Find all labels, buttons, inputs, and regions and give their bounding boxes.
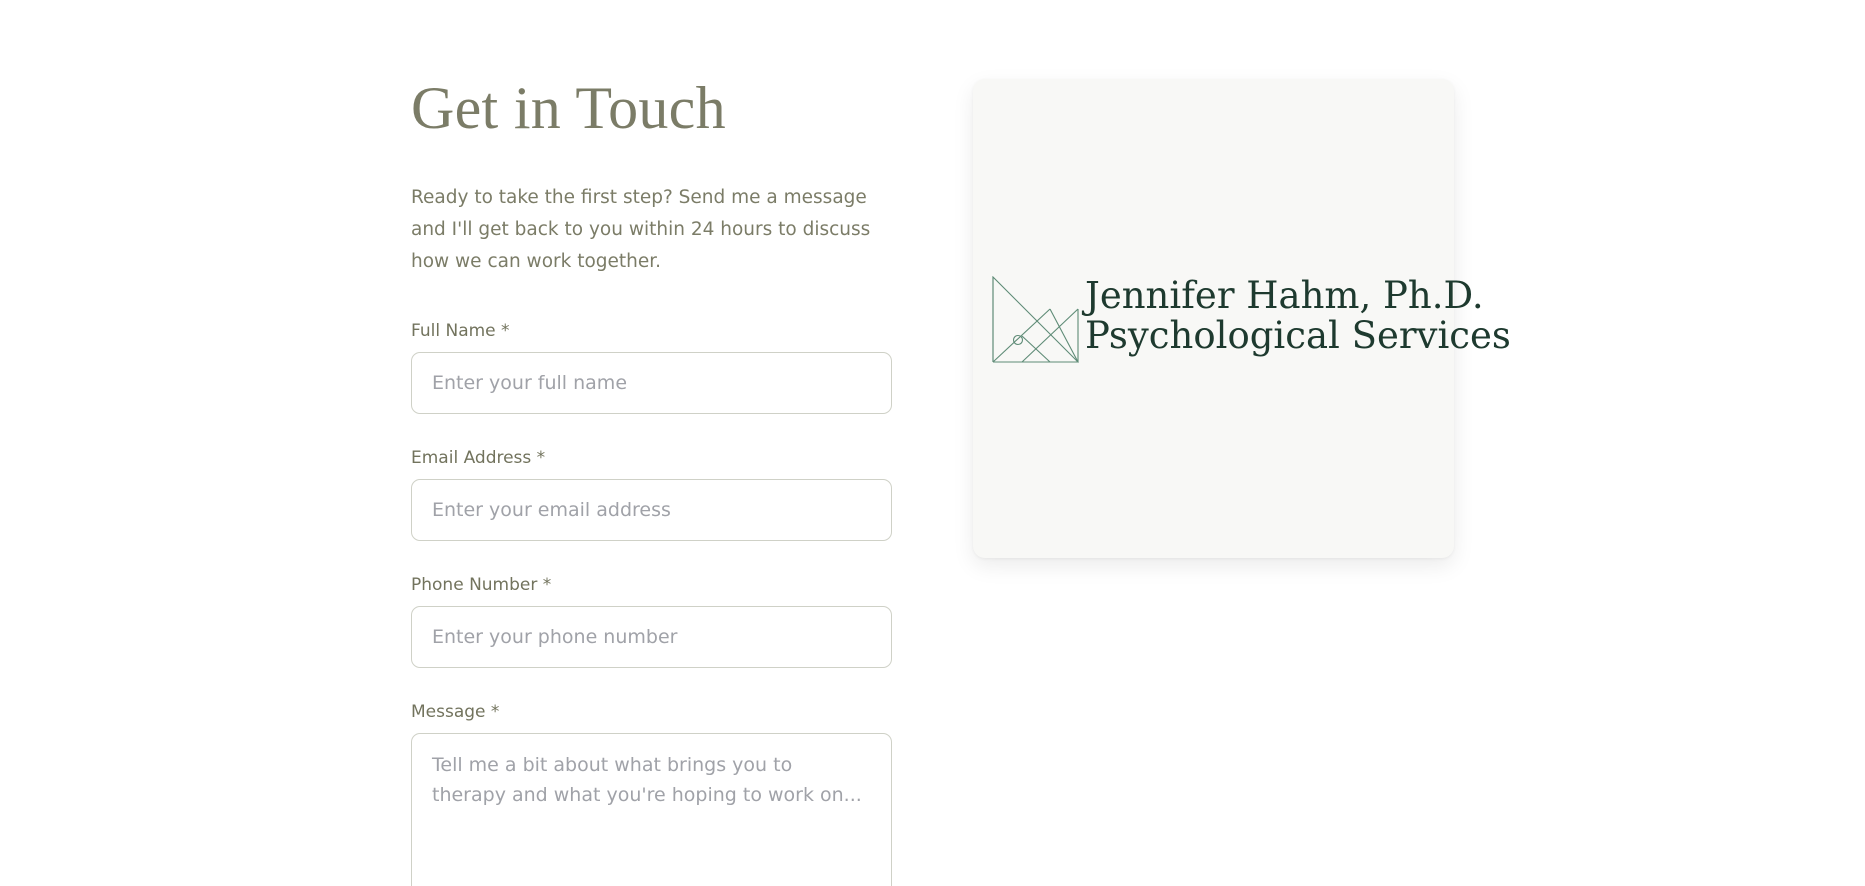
full-name-input[interactable] — [411, 352, 892, 414]
phone-label: Phone Number * — [411, 575, 552, 595]
logo-wordmark: Jennifer Hahm, Ph.D. Psychological Servi… — [1085, 276, 1511, 356]
logo-name: Jennifer Hahm, Ph.D. — [1085, 274, 1484, 317]
crown-logo-icon — [992, 276, 1079, 363]
page-title: Get in Touch — [411, 75, 726, 141]
message-textarea[interactable] — [411, 733, 892, 886]
message-label: Message * — [411, 702, 500, 722]
phone-input[interactable] — [411, 606, 892, 668]
email-label: Email Address * — [411, 448, 546, 468]
email-field-group: Email Address * — [411, 447, 892, 541]
email-input[interactable] — [411, 479, 892, 541]
message-field-group: Message * — [411, 701, 892, 886]
full-name-label: Full Name * — [411, 321, 510, 341]
phone-field-group: Phone Number * — [411, 574, 892, 668]
logo-subtitle: Psychological Services — [1085, 314, 1511, 357]
contact-form-section: Get in Touch Ready to take the first ste… — [411, 70, 892, 886]
contact-page: Get in Touch Ready to take the first ste… — [0, 0, 1865, 886]
logo-card: Jennifer Hahm, Ph.D. Psychological Servi… — [973, 79, 1511, 558]
intro-text: Ready to take the first step? Send me a … — [411, 187, 871, 272]
full-name-field-group: Full Name * — [411, 320, 892, 414]
